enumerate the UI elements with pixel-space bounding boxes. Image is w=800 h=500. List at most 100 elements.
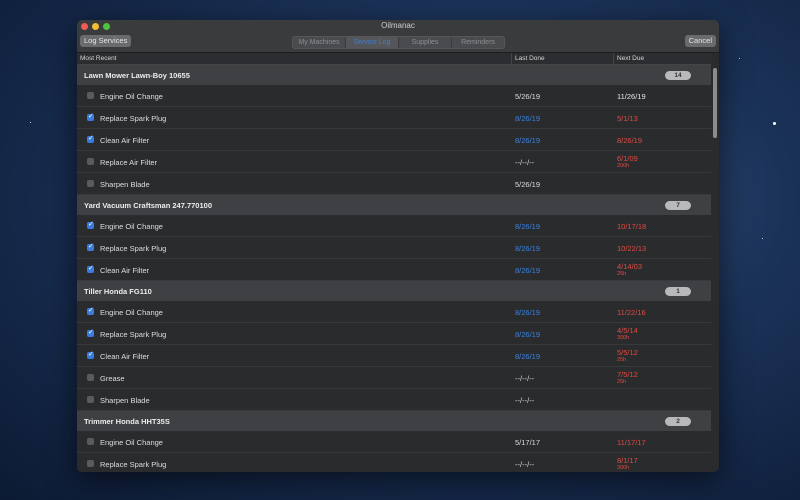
service-checkbox[interactable] bbox=[87, 438, 94, 445]
next-due-date: 4/14/03 bbox=[617, 262, 643, 271]
service-name: Replace Spark Plug bbox=[100, 114, 167, 123]
group-header[interactable]: Tiller Honda FG110 1 bbox=[77, 281, 711, 301]
service-row[interactable]: Grease --/--/-- 7/5/12 25h bbox=[77, 367, 711, 389]
service-row[interactable]: Sharpen Blade 5/26/19 bbox=[77, 173, 711, 195]
service-row[interactable]: Clean Air Filter 8/26/19 8/26/19 bbox=[77, 129, 711, 151]
service-row[interactable]: Replace Spark Plug 8/26/19 4/5/14300h bbox=[77, 323, 711, 345]
service-name: Grease bbox=[100, 374, 125, 383]
last-done-date: 8/26/19 bbox=[515, 308, 541, 317]
service-checkbox[interactable] bbox=[87, 350, 94, 359]
service-checkbox[interactable] bbox=[87, 92, 94, 99]
service-checkbox[interactable] bbox=[87, 306, 94, 315]
service-checkbox[interactable] bbox=[87, 396, 94, 403]
group-header[interactable]: Yard Vacuum Craftsman 247.770100 7 bbox=[77, 195, 711, 215]
next-due-date: 8/26/19 bbox=[617, 136, 643, 145]
star bbox=[30, 122, 31, 123]
star bbox=[773, 122, 776, 125]
service-name: Clean Air Filter bbox=[100, 266, 150, 275]
next-due-date: 11/22/16 bbox=[617, 308, 646, 317]
group-title: Lawn Mower Lawn-Boy 10655 bbox=[84, 71, 190, 80]
service-row[interactable]: Clean Air Filter 8/26/19 4/14/0325h bbox=[77, 259, 711, 281]
next-due-hours: 300h bbox=[617, 465, 630, 471]
service-checkbox[interactable] bbox=[87, 242, 94, 251]
service-checkbox[interactable] bbox=[87, 220, 94, 229]
next-due-date: 11/17/17 bbox=[617, 438, 646, 447]
service-row[interactable]: Engine Oil Change 5/26/19 11/26/19 bbox=[77, 85, 711, 107]
next-due-date: 8/1/17 bbox=[617, 456, 638, 465]
last-done-date: 8/26/19 bbox=[515, 114, 541, 123]
next-due-hours: 25h bbox=[617, 271, 627, 277]
service-row[interactable]: Clean Air Filter 8/26/19 5/5/1225h bbox=[77, 345, 711, 367]
tab-my-machines[interactable]: My Machines bbox=[293, 37, 346, 48]
group-header[interactable]: Trimmer Honda HHT35S 2 bbox=[77, 411, 711, 431]
service-name: Engine Oil Change bbox=[100, 438, 163, 447]
count-badge: 7 bbox=[665, 201, 691, 210]
view-segmented-control: My Machines Service Log Supplies Reminde… bbox=[292, 36, 505, 49]
column-most-recent[interactable]: Most Recent bbox=[80, 55, 117, 62]
next-due-date: 10/17/18 bbox=[617, 222, 647, 231]
last-done-date: 8/26/19 bbox=[515, 352, 541, 361]
service-name: Clean Air Filter bbox=[100, 352, 150, 361]
service-name: Engine Oil Change bbox=[100, 222, 163, 231]
count-badge: 1 bbox=[665, 287, 691, 296]
next-due-hours: 25h bbox=[617, 379, 627, 385]
service-checkbox[interactable] bbox=[87, 180, 94, 187]
log-services-button[interactable]: Log Services bbox=[80, 35, 132, 47]
star bbox=[762, 238, 763, 239]
tab-service-log[interactable]: Service Log bbox=[346, 37, 399, 48]
service-row[interactable]: Sharpen Blade --/--/-- bbox=[77, 389, 711, 411]
service-row[interactable]: Replace Spark Plug 8/26/19 10/22/13 bbox=[77, 237, 711, 259]
service-row[interactable]: Engine Oil Change 8/26/19 11/22/16 bbox=[77, 301, 711, 323]
column-next-due[interactable]: Next Due bbox=[617, 55, 644, 62]
window-title: Oilmanac bbox=[381, 21, 415, 30]
next-due-date: 4/5/14 bbox=[617, 326, 638, 335]
next-due-date: 6/1/09 bbox=[617, 154, 638, 163]
next-due-hours: 300h bbox=[617, 335, 630, 341]
count-badge: 2 bbox=[665, 417, 691, 426]
service-name: Replace Spark Plug bbox=[100, 244, 167, 253]
next-due-hours: 200h bbox=[617, 163, 630, 169]
scrollbar[interactable] bbox=[713, 68, 717, 138]
last-done-date: 5/26/19 bbox=[515, 92, 541, 101]
column-header: Most Recent Last Done Next Due bbox=[77, 53, 711, 65]
last-done-date: 8/26/19 bbox=[515, 136, 541, 145]
service-name: Replace Spark Plug bbox=[100, 460, 167, 469]
service-checkbox[interactable] bbox=[87, 374, 94, 381]
column-divider bbox=[511, 53, 512, 64]
service-row[interactable]: Replace Spark Plug 8/26/19 5/1/13 bbox=[77, 107, 711, 129]
column-divider bbox=[613, 53, 614, 64]
service-row[interactable]: Engine Oil Change 5/17/17 11/17/17 bbox=[77, 431, 711, 453]
next-due-date: 5/5/12 bbox=[617, 348, 638, 357]
last-done-date: --/--/-- bbox=[515, 374, 535, 383]
service-checkbox[interactable] bbox=[87, 134, 94, 143]
next-due-date: 5/1/13 bbox=[617, 114, 638, 123]
tab-supplies[interactable]: Supplies bbox=[399, 37, 452, 48]
last-done-date: 8/26/19 bbox=[515, 266, 541, 275]
service-row[interactable]: Replace Spark Plug --/--/-- 8/1/17 300h bbox=[77, 453, 711, 472]
service-checkbox[interactable] bbox=[87, 112, 94, 121]
service-row[interactable]: Replace Air Filter --/--/-- 6/1/09 200h bbox=[77, 151, 711, 173]
service-name: Engine Oil Change bbox=[100, 308, 163, 317]
group-header[interactable]: Lawn Mower Lawn-Boy 10655 14 bbox=[77, 65, 711, 85]
service-checkbox[interactable] bbox=[87, 460, 94, 467]
title-bar: Oilmanac bbox=[77, 20, 719, 33]
last-done-date: --/--/-- bbox=[515, 158, 535, 167]
column-last-done[interactable]: Last Done bbox=[515, 55, 545, 62]
service-name: Sharpen Blade bbox=[100, 180, 150, 189]
service-checkbox[interactable] bbox=[87, 328, 94, 337]
last-done-date: 5/26/19 bbox=[515, 180, 541, 189]
tab-reminders[interactable]: Reminders bbox=[452, 37, 504, 48]
service-name: Sharpen Blade bbox=[100, 396, 150, 405]
toolbar: Log Services My Machines Service Log Sup… bbox=[77, 33, 719, 53]
count-badge: 14 bbox=[665, 71, 691, 80]
service-name: Replace Air Filter bbox=[100, 158, 158, 167]
next-due-hours: 25h bbox=[617, 357, 627, 363]
group-title: Yard Vacuum Craftsman 247.770100 bbox=[84, 201, 212, 210]
last-done-date: 5/17/17 bbox=[515, 438, 541, 447]
service-checkbox[interactable] bbox=[87, 158, 94, 165]
cancel-button[interactable]: Cancel bbox=[684, 35, 716, 47]
service-name: Engine Oil Change bbox=[100, 92, 163, 101]
last-done-date: 8/26/19 bbox=[515, 244, 541, 253]
service-row[interactable]: Engine Oil Change 8/26/19 10/17/18 bbox=[77, 215, 711, 237]
service-checkbox[interactable] bbox=[87, 264, 94, 273]
